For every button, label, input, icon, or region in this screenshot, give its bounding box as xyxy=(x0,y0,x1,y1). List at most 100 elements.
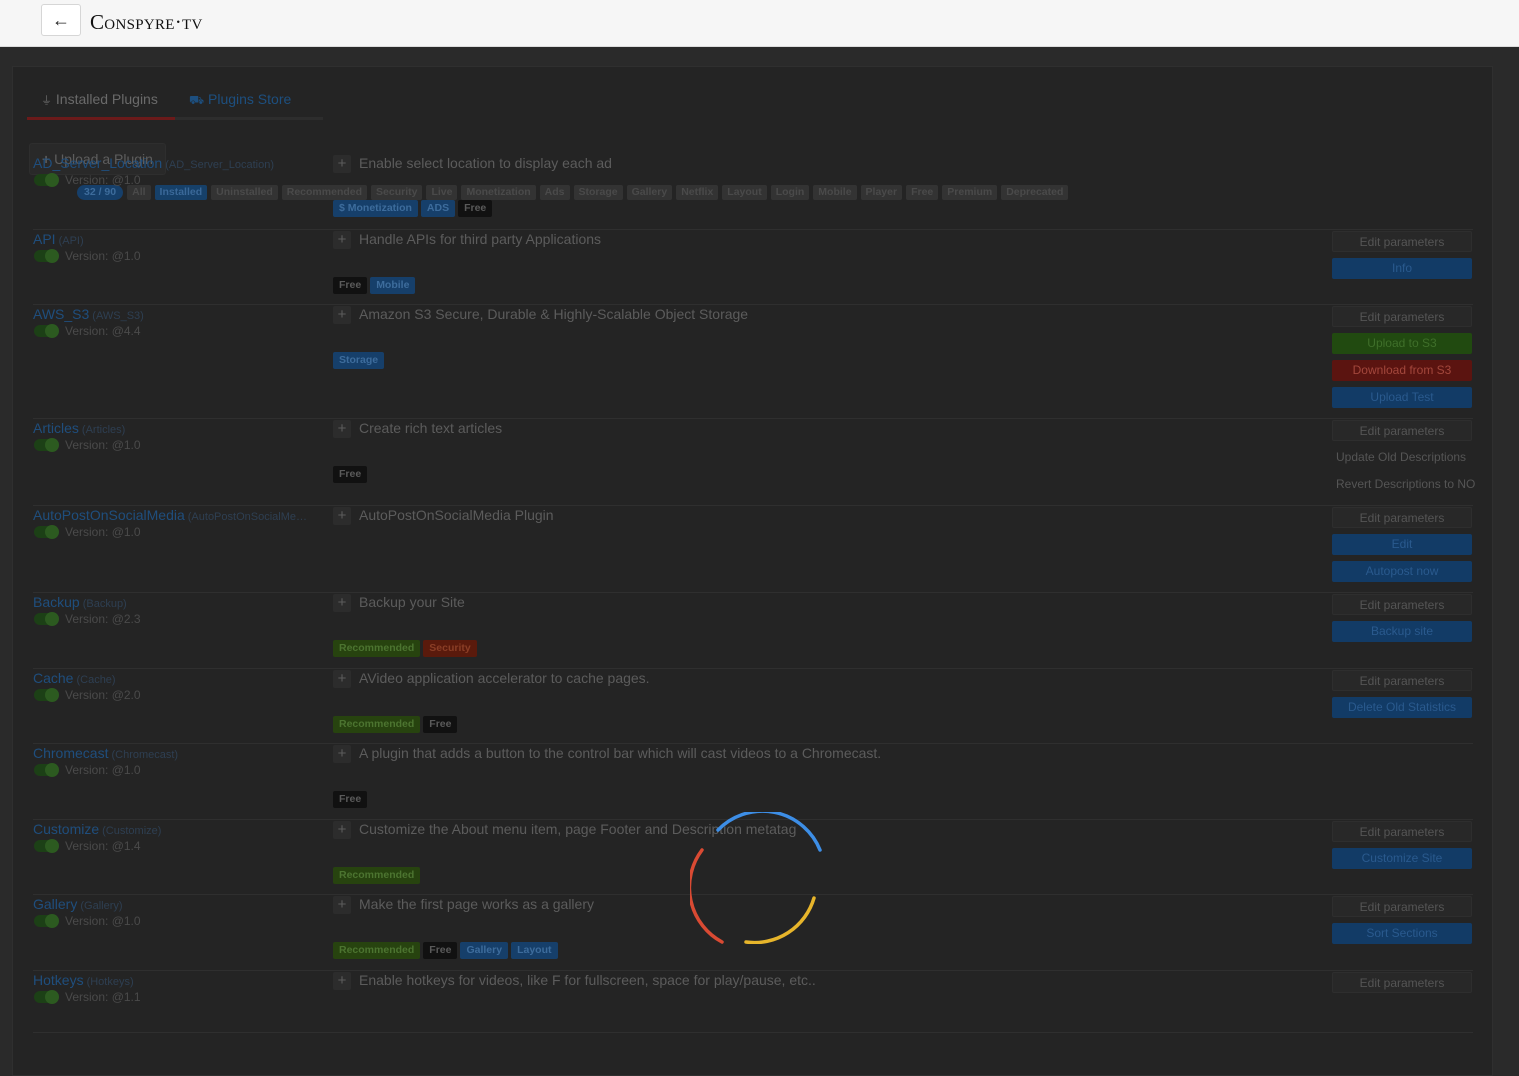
plugin-version: Version: @2.0 xyxy=(65,688,141,702)
plugin-name[interactable]: API (API) xyxy=(33,231,84,247)
backup-site-button[interactable]: Backup site xyxy=(1332,621,1472,642)
edit-parameters-button[interactable]: Edit parameters xyxy=(1332,972,1472,993)
arrow-left-icon: ← xyxy=(52,10,70,30)
edit-parameters-button[interactable]: Edit parameters xyxy=(1332,896,1472,917)
plugin-enabled-toggle[interactable] xyxy=(34,438,59,452)
plugin-enabled-toggle[interactable] xyxy=(34,839,59,853)
plugin-uuid: (AD_Server_Location) xyxy=(165,159,275,171)
plugin-uuid: (Cache) xyxy=(76,674,116,686)
plugin-enabled-toggle[interactable] xyxy=(34,173,59,187)
spinner-arc-red xyxy=(690,848,724,944)
plugin-description: + Amazon S3 Secure, Durable & Highly-Scal… xyxy=(333,306,1283,324)
plugin-enabled-toggle[interactable] xyxy=(34,324,59,338)
tab-plugins-store[interactable]: ⛟ Plugins Store xyxy=(175,85,323,120)
edit-parameters-button[interactable]: Edit parameters xyxy=(1332,306,1472,327)
plugin-name[interactable]: AutoPostOnSocialMedia (AutoPostOnSocialMe… xyxy=(33,507,307,523)
tab-label: Plugins Store xyxy=(208,91,292,107)
plugin-name[interactable]: Hotkeys (Hotkeys) xyxy=(33,972,134,988)
plugin-tags: Free xyxy=(333,791,370,809)
plugin-enabled-toggle[interactable] xyxy=(34,763,59,777)
plugin-enabled-toggle[interactable] xyxy=(34,688,59,702)
plugin-description-text: A plugin that adds a button to the contr… xyxy=(359,745,882,761)
plugin-enabled-toggle[interactable] xyxy=(34,990,59,1004)
expand-plus-icon[interactable]: + xyxy=(333,420,351,438)
expand-plus-icon[interactable]: + xyxy=(333,896,351,914)
plugin-version: Version: @1.0 xyxy=(65,438,141,452)
top-navbar: ← Conspyre·tv xyxy=(0,0,1519,47)
expand-plus-icon[interactable]: + xyxy=(333,155,351,173)
plugin-description: + Backup your Site xyxy=(333,594,1283,612)
plugin-uuid: (AutoPostOnSocialMe… xyxy=(187,511,307,523)
plugin-description: + Handle APIs for third party Application… xyxy=(333,231,1283,249)
back-button[interactable]: ← xyxy=(41,4,81,36)
delete-old-statistics-button[interactable]: Delete Old Statistics xyxy=(1332,697,1472,718)
plugin-version: Version: @1.0 xyxy=(65,763,141,777)
plugin-description-text: Backup your Site xyxy=(359,594,465,610)
plugin-name[interactable]: AWS_S3 (AWS_S3) xyxy=(33,306,144,322)
edit-parameters-button[interactable]: Edit parameters xyxy=(1332,670,1472,691)
plugin-tags: Storage xyxy=(333,352,387,370)
plugin-name[interactable]: Chromecast (Chromecast) xyxy=(33,745,178,761)
download-from-s3-button[interactable]: Download from S3 xyxy=(1332,360,1472,381)
plugin-tag: ADS xyxy=(420,200,456,217)
plugin-name[interactable]: AD_Server_Location (AD_Server_Location) xyxy=(33,155,274,171)
plugin-name[interactable]: Cache (Cache) xyxy=(33,670,116,686)
plugin-name[interactable]: Backup (Backup) xyxy=(33,594,127,610)
plugin-description-text: Make the first page works as a gallery xyxy=(359,896,594,912)
plugin-row: AD_Server_Location (AD_Server_Location) Ve… xyxy=(33,155,1473,230)
sort-sections-button[interactable]: Sort Sections xyxy=(1332,923,1472,944)
plugin-version: Version: @1.0 xyxy=(65,525,141,539)
plugin-description: + Create rich text articles xyxy=(333,420,1283,438)
plugin-description-text: Enable hotkeys for videos, like F for fu… xyxy=(359,972,816,988)
plugin-name[interactable]: Articles (Articles) xyxy=(33,420,125,436)
customize-site-button[interactable]: Customize Site xyxy=(1332,848,1472,869)
plugin-tags: Recommended Free xyxy=(333,716,460,734)
edit-parameters-button[interactable]: Edit parameters xyxy=(1332,594,1472,615)
expand-plus-icon[interactable]: + xyxy=(333,594,351,612)
expand-plus-icon[interactable]: + xyxy=(333,821,351,839)
plugin-description: + Enable hotkeys for videos, like F for f… xyxy=(333,972,1283,990)
edit-parameters-button[interactable]: Edit parameters xyxy=(1332,821,1472,842)
autopost-now-button[interactable]: Autopost now xyxy=(1332,561,1472,582)
plugin-tag: Free xyxy=(333,791,368,808)
edit-button[interactable]: Edit xyxy=(1332,534,1472,555)
site-logo[interactable]: Conspyre·tv xyxy=(90,10,203,35)
plugin-tag: Recommended xyxy=(333,640,421,657)
expand-plus-icon[interactable]: + xyxy=(333,670,351,688)
plugin-name[interactable]: Customize (Customize) xyxy=(33,821,161,837)
plugin-row: Cache (Cache) Version: @2.0 + AVideo applica… xyxy=(33,670,1473,744)
plugin-description: + AutoPostOnSocialMedia Plugin xyxy=(333,507,1283,525)
edit-parameters-button[interactable]: Edit parameters xyxy=(1332,420,1472,441)
plugin-tag: Security xyxy=(423,640,477,657)
plugin-description-text: AutoPostOnSocialMedia Plugin xyxy=(359,507,554,523)
edit-parameters-button[interactable]: Edit parameters xyxy=(1332,507,1472,528)
cart-icon: ⛟ xyxy=(189,93,205,107)
plugin-enabled-toggle[interactable] xyxy=(34,249,59,263)
plugin-uuid: (Hotkeys) xyxy=(86,976,134,988)
expand-plus-icon[interactable]: + xyxy=(333,745,351,763)
plugin-tags: Recommended Free Gallery Layout xyxy=(333,942,561,960)
edit-parameters-button[interactable]: Edit parameters xyxy=(1332,231,1472,252)
plugin-name-label: Chromecast xyxy=(33,745,109,761)
revert-descriptions-to-no-button[interactable]: Revert Descriptions to NO xyxy=(1336,474,1496,495)
expand-plus-icon[interactable]: + xyxy=(333,306,351,324)
update-old-descriptions-button[interactable]: Update Old Descriptions xyxy=(1336,447,1496,468)
plugin-tag: Free xyxy=(423,716,458,733)
spinner-arc-blue xyxy=(716,812,822,852)
expand-plus-icon[interactable]: + xyxy=(333,972,351,990)
plugin-enabled-toggle[interactable] xyxy=(34,612,59,626)
plugin-enabled-toggle[interactable] xyxy=(34,914,59,928)
plugin-tag: Free xyxy=(423,942,458,959)
plugin-description: + AVideo application accelerator to cache… xyxy=(333,670,1283,688)
plug-icon: ⏚ xyxy=(41,95,52,107)
expand-plus-icon[interactable]: + xyxy=(333,507,351,525)
upload-test-button[interactable]: Upload Test xyxy=(1332,387,1472,408)
plugin-description: + A plugin that adds a button to the cont… xyxy=(333,745,1283,763)
plugin-enabled-toggle[interactable] xyxy=(34,525,59,539)
info-button[interactable]: Info xyxy=(1332,258,1472,279)
plugin-uuid: (Articles) xyxy=(81,424,126,436)
upload-to-s3-button[interactable]: Upload to S3 xyxy=(1332,333,1472,354)
plugin-tag: $ Monetization xyxy=(333,200,418,217)
expand-plus-icon[interactable]: + xyxy=(333,231,351,249)
plugin-name[interactable]: Gallery (Gallery) xyxy=(33,896,123,912)
